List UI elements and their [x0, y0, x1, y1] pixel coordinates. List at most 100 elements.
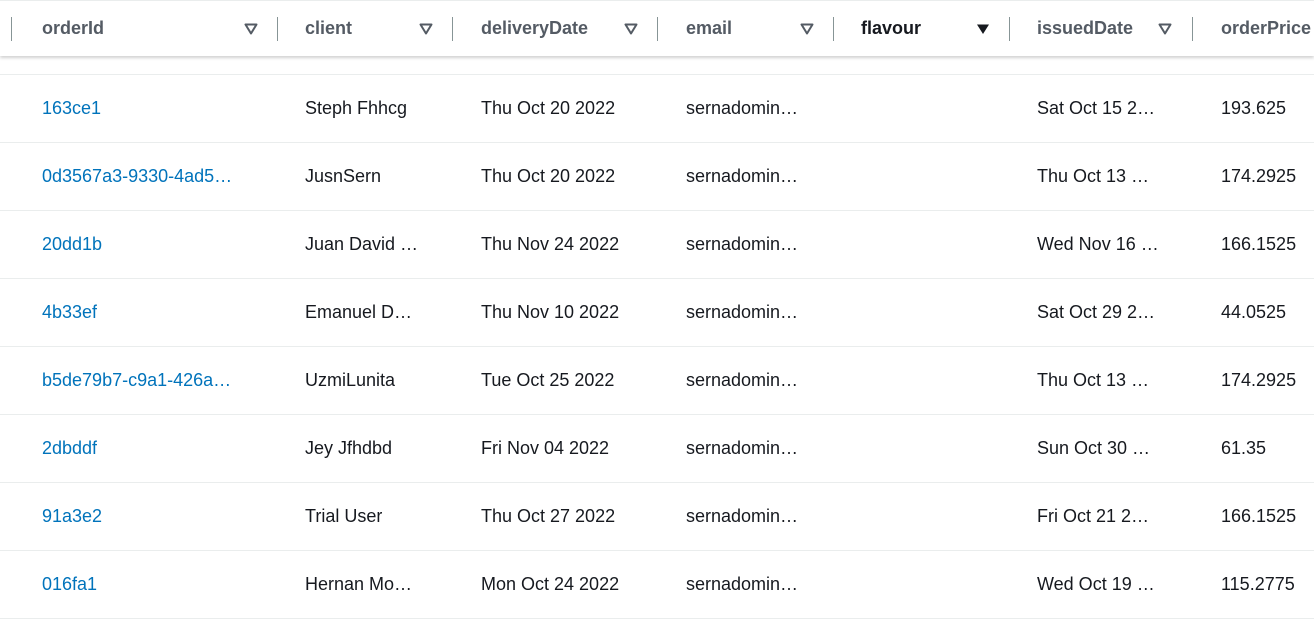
cell-orderId[interactable]: 016fa1: [42, 551, 257, 618]
cell-text: JusnSern: [305, 166, 382, 186]
column-header-client[interactable]: client: [305, 1, 405, 56]
cell-email: sernadomin…: [686, 551, 816, 618]
cell-text: Tue Oct 25 2022: [481, 370, 615, 390]
cell-text: Sat Oct 15 2…: [1037, 98, 1156, 118]
cell-text: sernadomin…: [686, 302, 799, 322]
cell-text: sernadomin…: [686, 506, 799, 526]
table-row[interactable]: 0d3567a3-9330-4ad5… JusnSern Thu Oct 20 20…: [0, 143, 1314, 211]
cell-text: sernadomin…: [686, 234, 799, 254]
order-id-link[interactable]: 016fa1: [42, 574, 97, 595]
table-row[interactable]: 016fa1 Hernan Mo… Mon Oct 24 2022 sernadomi…: [0, 551, 1314, 619]
cell-text: Jey Jfhdbd: [305, 438, 393, 458]
column-separator[interactable]: [277, 17, 278, 41]
cell-text: Fri Oct 21 2…: [1037, 506, 1150, 526]
column-header-flavour[interactable]: flavour: [861, 1, 961, 56]
cell-text: UzmiLunita: [305, 370, 396, 390]
column-separator[interactable]: [833, 17, 834, 41]
sort-down-outline-icon[interactable]: [797, 1, 817, 56]
order-id-link[interactable]: 2dbddf: [42, 438, 97, 459]
cell-flavour: [861, 143, 991, 210]
cell-orderId[interactable]: 2dbddf: [42, 415, 257, 482]
cell-client: Trial User: [305, 483, 430, 550]
table-body: 163ce1 Steph Fhhcg Thu Oct 20 2022 sernadom…: [0, 74, 1314, 619]
cell-deliveryDate: Thu Nov 10 2022: [481, 279, 641, 346]
cell-orderId[interactable]: 91a3e2: [42, 483, 257, 550]
cell-deliveryDate: Thu Oct 27 2022: [481, 483, 641, 550]
cell-orderPrice: 174.2925: [1221, 347, 1314, 414]
cell-deliveryDate: Thu Oct 20 2022: [481, 143, 641, 210]
cell-orderId[interactable]: 163ce1: [42, 75, 257, 142]
column-separator[interactable]: [1009, 17, 1010, 41]
column-header-email[interactable]: email: [686, 1, 786, 56]
table-row[interactable]: 91a3e2 Trial User Thu Oct 27 2022 sernadomi…: [0, 483, 1314, 551]
order-id-link[interactable]: 4b33ef: [42, 302, 97, 323]
cell-text: sernadomin…: [686, 370, 799, 390]
table-row[interactable]: 4b33ef Emanuel D… Thu Nov 10 2022 sernadomi…: [0, 279, 1314, 347]
sort-down-filled-icon[interactable]: [973, 1, 993, 56]
cell-deliveryDate: Thu Nov 24 2022: [481, 211, 641, 278]
cell-text: Wed Oct 19 …: [1037, 574, 1155, 594]
cell-text: Thu Nov 10 2022: [481, 302, 620, 322]
column-separator[interactable]: [657, 17, 658, 41]
cell-text: 193.625: [1221, 98, 1287, 118]
cell-text: sernadomin…: [686, 98, 799, 118]
column-header-label: orderPrice: [1221, 18, 1312, 38]
cell-issuedDate: Sat Oct 15 2…: [1037, 75, 1167, 142]
table-row[interactable]: 2dbddf Jey Jfhdbd Fri Nov 04 2022 sernadomi…: [0, 415, 1314, 483]
cell-orderId[interactable]: b5de79b7-c9a1-426a…: [42, 347, 257, 414]
cell-issuedDate: Fri Oct 21 2…: [1037, 483, 1167, 550]
cell-deliveryDate: Tue Oct 25 2022: [481, 347, 641, 414]
table-row[interactable]: 163ce1 Steph Fhhcg Thu Oct 20 2022 sernadom…: [0, 74, 1314, 143]
cell-text: Wed Nov 16 …: [1037, 234, 1159, 254]
cell-text: Thu Oct 20 2022: [481, 166, 616, 186]
cell-text: Fri Nov 04 2022: [481, 438, 610, 458]
orders-table: orderId client deliveryDate email flavou…: [0, 0, 1314, 619]
cell-text: sernadomin…: [686, 166, 799, 186]
column-header-issuedDate[interactable]: issuedDate: [1037, 1, 1147, 56]
cell-orderPrice: 115.2775: [1221, 551, 1314, 618]
cell-deliveryDate: Thu Oct 20 2022: [481, 75, 641, 142]
order-id-link[interactable]: 20dd1b: [42, 234, 102, 255]
cell-text: Mon Oct 24 2022: [481, 574, 620, 594]
cell-issuedDate: Wed Oct 19 …: [1037, 551, 1167, 618]
order-id-link[interactable]: b5de79b7-c9a1-426a…: [42, 370, 231, 391]
cell-flavour: [861, 279, 991, 346]
cell-orderPrice: 166.1525: [1221, 211, 1314, 278]
column-header-deliveryDate[interactable]: deliveryDate: [481, 1, 611, 56]
column-separator[interactable]: [11, 17, 12, 41]
cell-orderId[interactable]: 4b33ef: [42, 279, 257, 346]
cell-orderPrice: 193.625: [1221, 75, 1314, 142]
cell-text: sernadomin…: [686, 574, 799, 594]
cell-issuedDate: Thu Oct 13 …: [1037, 143, 1167, 210]
cell-orderId[interactable]: 20dd1b: [42, 211, 257, 278]
sort-down-outline-icon[interactable]: [1155, 1, 1175, 56]
column-header-orderId[interactable]: orderId: [42, 1, 222, 56]
cell-text: Thu Nov 24 2022: [481, 234, 620, 254]
column-header-label: client: [305, 18, 353, 38]
order-id-link[interactable]: 163ce1: [42, 98, 101, 119]
order-id-link[interactable]: 0d3567a3-9330-4ad5…: [42, 166, 232, 187]
table-row[interactable]: b5de79b7-c9a1-426a… UzmiLunita Tue Oct 25 …: [0, 347, 1314, 415]
table-header: orderId client deliveryDate email flavou…: [0, 0, 1314, 56]
column-header-label: issuedDate: [1037, 18, 1134, 38]
column-separator[interactable]: [452, 17, 453, 41]
cell-orderId[interactable]: 0d3567a3-9330-4ad5…: [42, 143, 257, 210]
sort-down-outline-icon[interactable]: [416, 1, 436, 56]
column-header-orderPrice[interactable]: orderPrice: [1221, 1, 1314, 56]
cell-email: sernadomin…: [686, 143, 816, 210]
column-header-label: orderId: [42, 18, 105, 38]
cell-issuedDate: Thu Oct 13 …: [1037, 347, 1167, 414]
column-separator[interactable]: [1192, 17, 1193, 41]
cell-flavour: [861, 347, 991, 414]
sort-down-outline-icon[interactable]: [241, 1, 261, 56]
order-id-link[interactable]: 91a3e2: [42, 506, 102, 527]
cell-client: Hernan Mo…: [305, 551, 430, 618]
cell-text: Steph Fhhcg: [305, 98, 408, 118]
cell-deliveryDate: Mon Oct 24 2022: [481, 551, 641, 618]
table-row[interactable]: 20dd1b Juan David … Thu Nov 24 2022 sernado…: [0, 211, 1314, 279]
cell-email: sernadomin…: [686, 211, 816, 278]
cell-text: 166.1525: [1221, 506, 1297, 526]
sort-down-outline-icon[interactable]: [621, 1, 641, 56]
column-header-label: deliveryDate: [481, 18, 589, 38]
cell-client: Juan David …: [305, 211, 430, 278]
